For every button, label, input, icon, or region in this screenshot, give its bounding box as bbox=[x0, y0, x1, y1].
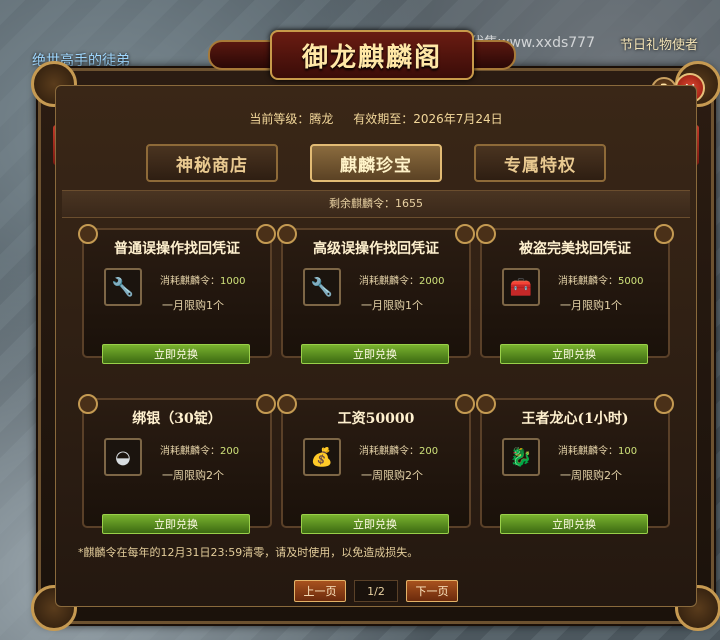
tab-bar: 神秘商店 麒麟珍宝 专属特权 bbox=[56, 144, 696, 182]
item-card: 高级误操作找回凭证 🔧 消耗麒麟令：2000 一月限购1个 bbox=[277, 224, 475, 358]
item-cost: 消耗麒麟令：200 bbox=[160, 446, 240, 457]
item-title: 普通误操作找回凭证 bbox=[114, 241, 240, 257]
redeem-button[interactable]: 立即兑换 bbox=[102, 514, 250, 534]
redeem-button[interactable]: 立即兑换 bbox=[301, 344, 449, 364]
silver-ingot-icon[interactable]: ◒ bbox=[104, 438, 142, 476]
item-limit: 一月限购1个 bbox=[162, 299, 224, 312]
membership-info: 当前等级：腾龙 有效期至：2026年7月24日 bbox=[56, 110, 696, 127]
pagination: 上一页 1/2 下一页 bbox=[56, 580, 696, 602]
item-limit: 一周限购2个 bbox=[560, 469, 622, 482]
tab-qilin-treasure[interactable]: 麒麟珍宝 bbox=[310, 144, 442, 182]
redeem-button[interactable]: 立即兑换 bbox=[102, 344, 250, 364]
prev-page-button[interactable]: 上一页 bbox=[294, 580, 346, 602]
item-cost: 消耗麒麟令：5000 bbox=[558, 276, 644, 287]
dragon-heart-icon[interactable]: 🐉 bbox=[502, 438, 540, 476]
window-title: 御龙麒麟阁 bbox=[301, 42, 442, 73]
window-content: 当前等级：腾龙 有效期至：2026年7月24日 神秘商店 麒麟珍宝 专属特权 剩… bbox=[55, 85, 697, 607]
item-card: 绑银（30锭） ◒ 消耗麒麟令：200 一周限购2个 bbox=[78, 394, 276, 528]
tab-mystery-shop[interactable]: 神秘商店 bbox=[146, 144, 278, 182]
current-level: 当前等级：腾龙 bbox=[249, 112, 334, 126]
page-indicator: 1/2 bbox=[354, 580, 398, 602]
reset-notice: *麒麟令在每年的12月31日23:59清零，请及时使用，以免造成损失。 bbox=[78, 546, 419, 559]
expiry-date: 有效期至：2026年7月24日 bbox=[353, 112, 503, 126]
item-limit: 一月限购1个 bbox=[361, 299, 423, 312]
item-title: 绑银（30锭） bbox=[132, 411, 222, 427]
chest-icon[interactable]: 🧰 bbox=[502, 268, 540, 306]
tab-exclusive-privileges[interactable]: 专属特权 bbox=[474, 144, 606, 182]
item-limit: 一月限购1个 bbox=[560, 299, 622, 312]
item-cost: 消耗麒麟令：1000 bbox=[160, 276, 246, 287]
gold-coins-icon[interactable]: 💰 bbox=[303, 438, 341, 476]
redeem-button[interactable]: 立即兑换 bbox=[500, 514, 648, 534]
item-title: 王者龙心(1小时) bbox=[521, 411, 629, 427]
item-card: 工资50000 💰 消耗麒麟令：200 一周限购2个 bbox=[277, 394, 475, 528]
qilin-pavilion-window: ? × 当前等级：腾龙 有效期至：2026年7月24日 神秘商店 麒麟珍宝 专属… bbox=[31, 61, 720, 631]
item-limit: 一周限购2个 bbox=[162, 469, 224, 482]
item-card: 被盗完美找回凭证 🧰 消耗麒麟令：5000 一月限购1个 bbox=[476, 224, 674, 358]
npc-name-right: 节日礼物使者 bbox=[619, 38, 698, 53]
item-cost: 消耗麒麟令：200 bbox=[359, 446, 439, 457]
window-title-plate: 御龙麒麟阁 bbox=[270, 30, 474, 80]
redeem-button[interactable]: 立即兑换 bbox=[500, 344, 648, 364]
item-title: 被盗完美找回凭证 bbox=[519, 241, 631, 257]
remaining-tokens: 剩余麒麟令：1655 bbox=[62, 190, 690, 218]
wrench-icon[interactable]: 🔧 bbox=[104, 268, 142, 306]
wrench-icon[interactable]: 🔧 bbox=[303, 268, 341, 306]
item-card: 普通误操作找回凭证 🔧 消耗麒麟令：1000 一月限购1个 bbox=[78, 224, 276, 358]
item-limit: 一周限购2个 bbox=[361, 469, 423, 482]
redeem-button[interactable]: 立即兑换 bbox=[301, 514, 449, 534]
item-title: 高级误操作找回凭证 bbox=[313, 241, 439, 257]
item-cost: 消耗麒麟令：100 bbox=[558, 446, 638, 457]
item-title: 工资50000 bbox=[337, 411, 415, 427]
item-cost: 消耗麒麟令：2000 bbox=[359, 276, 445, 287]
item-card: 王者龙心(1小时) 🐉 消耗麒麟令：100 一周限购2个 bbox=[476, 394, 674, 528]
next-page-button[interactable]: 下一页 bbox=[406, 580, 458, 602]
